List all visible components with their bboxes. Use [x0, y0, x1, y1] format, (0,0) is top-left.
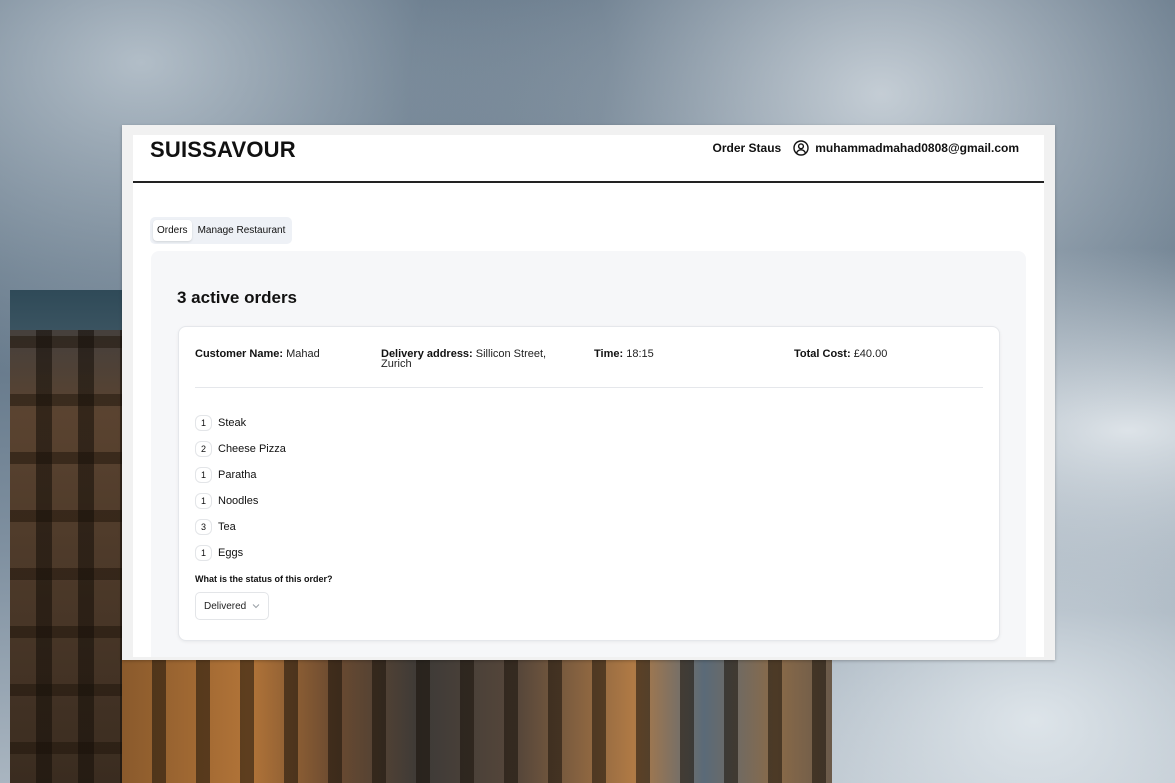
item-name: Paratha [218, 469, 257, 481]
item-name: Tea [218, 521, 236, 533]
order-status-label: What is the status of this order? [195, 574, 333, 584]
item-name: Eggs [218, 547, 244, 559]
delivery-address: Delivery address: Sillicon Street, Zuric… [381, 349, 553, 370]
order-details: Customer Name: Mahad Delivery address: S… [195, 349, 983, 387]
header-nav: Order Staus muhammadmahad0808@gmail.com [713, 140, 1019, 156]
customer-name-value: Mahad [286, 348, 320, 360]
list-item: 1 Noodles [195, 488, 286, 514]
header: SUISSAVOUR Order Staus muhammadmahad0808… [133, 135, 1044, 183]
list-item: 1 Steak [195, 410, 286, 436]
quantity-badge: 1 [195, 415, 212, 431]
chevron-down-icon [252, 604, 260, 609]
quantity-badge: 2 [195, 441, 212, 457]
app-window: SUISSAVOUR Order Staus muhammadmahad0808… [133, 135, 1044, 657]
tab-orders[interactable]: Orders [153, 220, 192, 241]
quantity-badge: 1 [195, 467, 212, 483]
list-item: 3 Tea [195, 514, 286, 540]
order-status-value: Delivered [204, 600, 247, 612]
order-time-value: 18:15 [626, 348, 654, 360]
background-building-roof [10, 290, 122, 330]
quantity-badge: 1 [195, 493, 212, 509]
total-cost-value: £40.00 [853, 348, 888, 360]
item-name: Noodles [218, 495, 259, 507]
list-item: 2 Cheese Pizza [195, 436, 286, 462]
quantity-badge: 1 [195, 545, 212, 561]
order-status-select[interactable]: Delivered [195, 592, 270, 620]
item-name: Cheese Pizza [218, 443, 286, 455]
orders-panel: 3 active orders Customer Name: Mahad Del… [151, 251, 1026, 657]
user-menu[interactable]: muhammadmahad0808@gmail.com [793, 140, 1019, 156]
order-card: Customer Name: Mahad Delivery address: S… [178, 326, 1000, 641]
user-email: muhammadmahad0808@gmail.com [815, 141, 1019, 155]
order-status-link[interactable]: Order Staus [713, 141, 782, 155]
tab-manage-restaurant[interactable]: Manage Restaurant [194, 220, 290, 241]
list-item: 1 Eggs [195, 540, 286, 566]
customer-name-label: Customer Name: [195, 348, 284, 360]
background-buildings-bottom [122, 660, 832, 783]
order-time-label: Time: [594, 348, 624, 360]
background-building-left [10, 290, 122, 783]
quantity-badge: 3 [195, 519, 212, 535]
tab-list: Orders Manage Restaurant [150, 217, 293, 244]
order-items: 1 Steak 2 Cheese Pizza 1 Paratha 1 Noodl… [195, 410, 286, 566]
total-cost: Total Cost: £40.00 [794, 348, 888, 360]
user-circle-icon [793, 140, 809, 156]
divider [195, 387, 983, 388]
item-name: Steak [218, 417, 247, 429]
list-item: 1 Paratha [195, 462, 286, 488]
customer-name: Customer Name: Mahad [195, 348, 320, 360]
order-time: Time: 18:15 [594, 348, 654, 360]
screenshot-frame: SUISSAVOUR Order Staus muhammadmahad0808… [122, 125, 1055, 660]
total-cost-label: Total Cost: [794, 348, 851, 360]
brand-logo[interactable]: SUISSAVOUR [150, 137, 296, 163]
page-title: 3 active orders [177, 288, 298, 307]
